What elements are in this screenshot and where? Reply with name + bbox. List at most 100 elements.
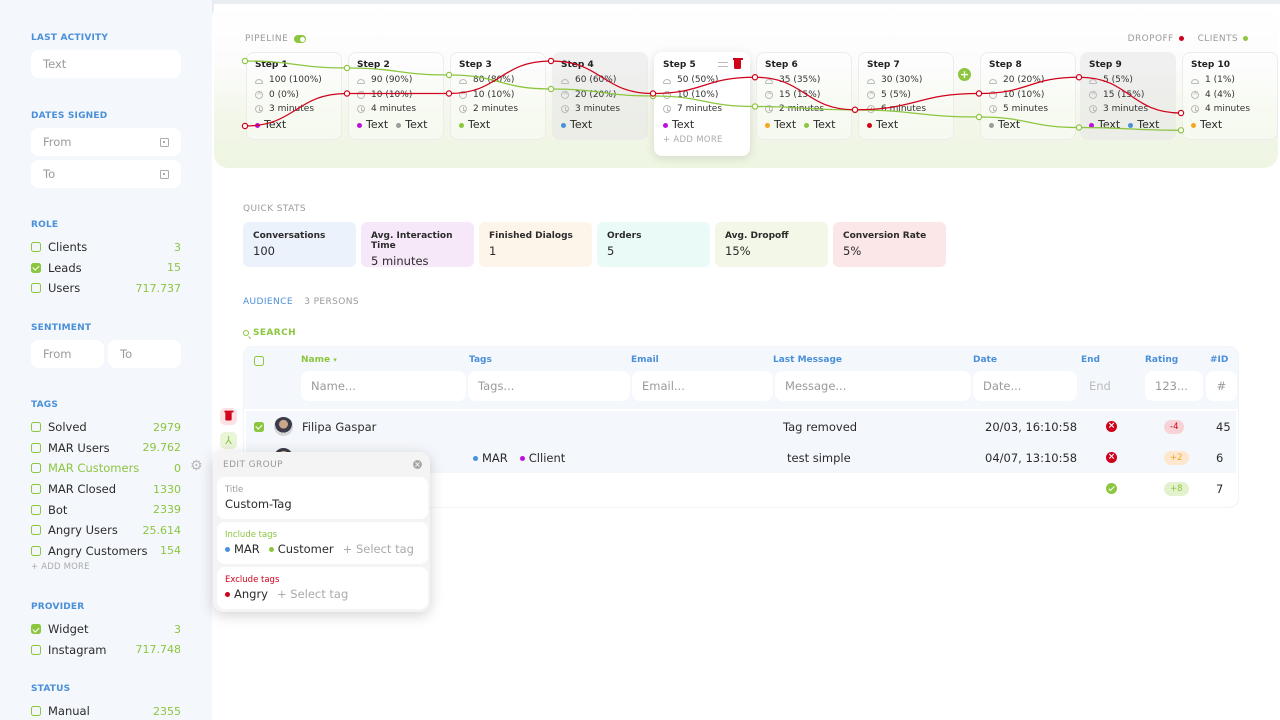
- checkbox[interactable]: [31, 262, 41, 273]
- pipeline-step[interactable]: Step 9 5 (5%) 15 (15%) 3 minutes Text Text: [1080, 52, 1176, 140]
- delete-selected-button[interactable]: [220, 408, 237, 425]
- column-end[interactable]: End: [1081, 355, 1100, 365]
- role-item[interactable]: Users 717.737: [31, 278, 181, 299]
- checkbox[interactable]: [31, 463, 41, 474]
- select-tag-button[interactable]: + Select tag: [343, 542, 414, 556]
- step-tag[interactable]: Text: [396, 118, 428, 131]
- step-tag[interactable]: Text: [459, 118, 490, 131]
- column-date[interactable]: Date: [973, 355, 997, 365]
- tag-item[interactable]: Angry Customers 154: [31, 541, 181, 562]
- column-tags[interactable]: Tags: [469, 355, 492, 365]
- status-item[interactable]: Manual 2355: [31, 701, 181, 720]
- search-toggle[interactable]: SEARCH: [243, 328, 296, 338]
- group-title-field[interactable]: Title Custom-Tag: [217, 477, 428, 519]
- role-item[interactable]: Leads 15: [31, 258, 181, 279]
- dates-signed-from-input[interactable]: From: [31, 128, 181, 156]
- pipeline-step[interactable]: Step 550 (50%)10 (10%)7 minutesText+ ADD…: [654, 52, 750, 156]
- checkbox[interactable]: [31, 484, 41, 495]
- sentiment-from-input[interactable]: From: [31, 340, 104, 368]
- row-checkbox[interactable]: [254, 421, 264, 432]
- group-tag[interactable]: Customer: [268, 542, 334, 556]
- row-tag[interactable]: Cllient: [519, 451, 565, 465]
- column-last-message[interactable]: Last Message: [773, 355, 842, 365]
- step-tag[interactable]: Text: [357, 118, 388, 131]
- trash-icon[interactable]: [732, 58, 743, 69]
- tag-item[interactable]: MAR Users 29.762: [31, 438, 181, 459]
- checkbox[interactable]: [31, 525, 41, 536]
- tags-filter-input[interactable]: Tags...: [468, 371, 630, 401]
- select-all-checkbox[interactable]: [254, 356, 264, 366]
- column-rating[interactable]: Rating: [1145, 355, 1178, 365]
- step-actions: [718, 58, 743, 69]
- pipeline-step[interactable]: Step 7 30 (30%) 5 (5%) 6 minutes Text: [858, 52, 954, 140]
- tag-item[interactable]: MAR Customers 0: [31, 458, 181, 479]
- step-tag[interactable]: Text: [989, 118, 1020, 131]
- sentiment-to-input[interactable]: To: [108, 340, 181, 368]
- pipeline-step[interactable]: Step 6 35 (35%) 15 (15%) 2 minutes Text Text: [756, 52, 852, 140]
- calendar-icon[interactable]: [160, 169, 169, 179]
- dates-signed-to-input[interactable]: To: [31, 160, 181, 188]
- last-activity-input[interactable]: Text: [31, 50, 181, 78]
- message-filter-input[interactable]: Message...: [775, 371, 971, 401]
- add-more-tags-button[interactable]: + ADD MORE: [31, 562, 181, 572]
- tag-item[interactable]: Bot 2339: [31, 499, 181, 520]
- tag-count: 2979: [153, 420, 181, 434]
- provider-item[interactable]: Widget 3: [31, 619, 181, 640]
- step-tag[interactable]: Text: [561, 118, 592, 131]
- column-email[interactable]: Email: [631, 355, 659, 365]
- column-name[interactable]: Name ▾: [301, 355, 337, 365]
- step-tag[interactable]: Text: [1089, 118, 1120, 131]
- rating-filter-input[interactable]: 123...: [1145, 371, 1203, 401]
- tag-item[interactable]: Angry Users 25.614: [31, 520, 181, 541]
- step-tag[interactable]: Text: [765, 118, 796, 131]
- pipeline-step[interactable]: Step 10 1 (1%) 4 (4%) 4 minutes Text: [1182, 52, 1278, 140]
- pipeline-step[interactable]: Step 8 20 (20%) 10 (10%) 5 minutes Text: [980, 52, 1076, 140]
- tag-item[interactable]: MAR Closed 1330: [31, 479, 181, 500]
- group-tag[interactable]: MAR: [225, 542, 260, 556]
- checkbox[interactable]: [31, 242, 41, 253]
- checkbox[interactable]: [31, 504, 41, 515]
- select-tag-button[interactable]: + Select tag: [277, 587, 348, 601]
- step-tag[interactable]: Text: [867, 118, 898, 131]
- step-tag[interactable]: Text: [1128, 118, 1160, 131]
- checkbox[interactable]: [31, 283, 41, 294]
- checkbox[interactable]: [31, 545, 41, 556]
- drag-handle-icon[interactable]: [718, 62, 728, 67]
- checkbox[interactable]: [31, 442, 41, 453]
- step-tag[interactable]: Text: [1191, 118, 1222, 131]
- provider-item[interactable]: Instagram 717.748: [31, 640, 181, 661]
- pipeline-step[interactable]: Step 2 90 (90%) 10 (10%) 4 minutes Text Text: [348, 52, 444, 140]
- add-more-tags-button[interactable]: + ADD MORE: [663, 135, 741, 145]
- date-filter-input[interactable]: Date...: [973, 371, 1077, 401]
- step-tag[interactable]: Text: [255, 118, 286, 131]
- checkbox[interactable]: [31, 422, 41, 433]
- tag-item[interactable]: Solved 2979: [31, 417, 181, 438]
- calendar-icon[interactable]: [160, 137, 169, 147]
- checkbox[interactable]: [31, 706, 41, 717]
- step-tag[interactable]: Text: [663, 118, 694, 131]
- group-tag[interactable]: Angry: [225, 587, 268, 601]
- name-filter-input[interactable]: Name...: [301, 371, 466, 401]
- audience-tab[interactable]: AUDIENCE: [243, 297, 293, 307]
- pipeline-step[interactable]: Step 3 80 (80%) 10 (10%) 2 minutes Text: [450, 52, 546, 140]
- column-id[interactable]: #ID: [1210, 355, 1228, 365]
- checkbox[interactable]: [31, 644, 41, 655]
- role-item[interactable]: Clients 3: [31, 237, 181, 258]
- row-name[interactable]: Filipa Gaspar: [302, 420, 376, 434]
- pipeline-step[interactable]: Step 4 60 (60%) 20 (20%) 3 minutes Text: [552, 52, 648, 140]
- table-row[interactable]: Filipa Gaspar Tag removed 20/03, 16:10:58 ×…: [246, 411, 1236, 442]
- stat-card: Conversations 100: [243, 222, 356, 267]
- email-filter-input[interactable]: Email...: [632, 371, 773, 401]
- title-value[interactable]: Custom-Tag: [225, 497, 420, 511]
- merge-button[interactable]: ⅄: [220, 432, 237, 449]
- pipeline-toggle[interactable]: [294, 35, 307, 43]
- close-icon[interactable]: ×: [413, 460, 422, 469]
- id-filter-input[interactable]: #: [1206, 371, 1237, 401]
- checkbox[interactable]: [31, 624, 41, 635]
- add-step-button[interactable]: +: [958, 68, 971, 81]
- step-tag[interactable]: Text: [804, 118, 836, 131]
- row-tag[interactable]: MAR: [473, 451, 508, 465]
- gear-icon[interactable]: ⚙: [190, 458, 203, 474]
- end-filter-input[interactable]: End: [1079, 371, 1143, 401]
- pipeline-step[interactable]: Step 1 100 (100%) 0 (0%) 3 minutes Text: [246, 52, 342, 140]
